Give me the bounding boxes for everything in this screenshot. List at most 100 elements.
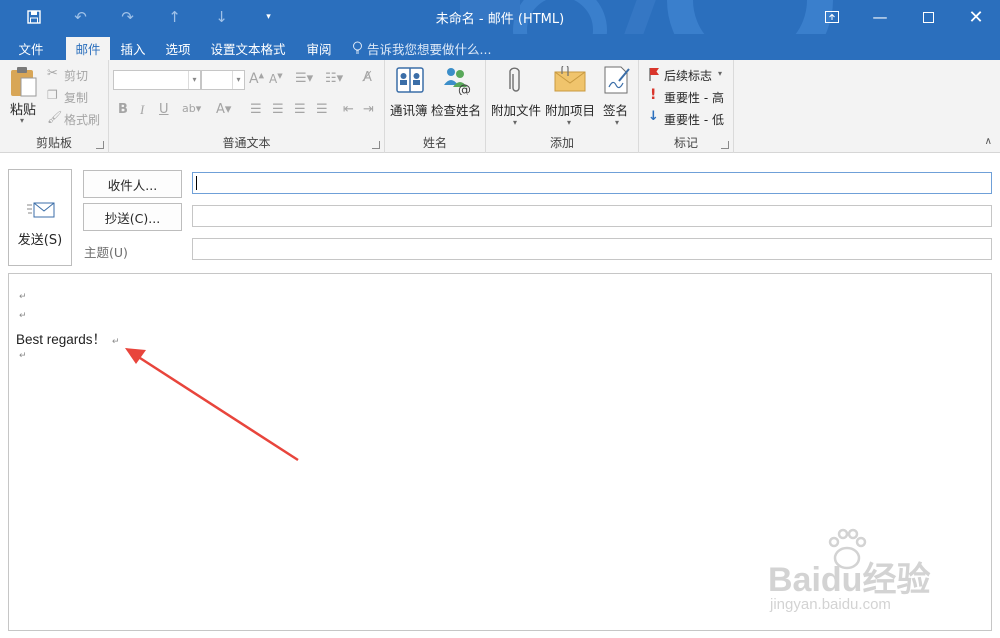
collapse-ribbon-icon[interactable]: ∧ bbox=[985, 136, 992, 147]
tags-launcher-icon[interactable] bbox=[721, 141, 729, 149]
clipboard-launcher-icon[interactable] bbox=[96, 141, 104, 149]
attach-item-dropdown-icon: ▾ bbox=[567, 118, 572, 127]
address-book-button[interactable]: 通讯簿 bbox=[388, 64, 432, 122]
cut-label: 剪切 bbox=[64, 69, 89, 83]
maximize-icon[interactable] bbox=[904, 0, 952, 34]
watermark-brand: Baidu经验 bbox=[768, 561, 931, 599]
address-book-label: 通讯簿 bbox=[390, 103, 428, 118]
cc-button[interactable]: 抄送(C)... bbox=[83, 203, 182, 231]
tab-insert[interactable]: 插入 bbox=[112, 37, 154, 60]
high-importance-button[interactable]: ! 重要性 - 高 bbox=[647, 87, 731, 107]
basic-text-group-label: 普通文本 bbox=[222, 136, 271, 150]
envelope-icon bbox=[554, 66, 586, 92]
body-text-line: Best regards！ ↵ bbox=[16, 328, 120, 348]
align-center-icon[interactable]: ☰ bbox=[272, 102, 284, 117]
signature-dropdown-icon: ▾ bbox=[615, 118, 620, 127]
names-group-label: 姓名 bbox=[422, 136, 447, 150]
font-size-dropdown[interactable]: ▾ bbox=[201, 70, 245, 90]
down-arrow-icon: ↓ bbox=[648, 109, 659, 124]
signoff-text: Best regards！ bbox=[16, 332, 107, 347]
include-group: 附加文件 ▾ 附加项目 ▾ 签名 ▾ 添加 bbox=[486, 60, 639, 153]
ribbon-tabs: 文件 邮件 插入 选项 设置文本格式 审阅 告诉我您想要做什么... bbox=[0, 34, 1000, 60]
format-painter-icon: 🖌 bbox=[47, 110, 63, 124]
attach-file-label: 附加文件 bbox=[491, 103, 542, 118]
cc-field[interactable] bbox=[192, 205, 992, 227]
tell-me-text: 告诉我您想要做什么... bbox=[367, 42, 492, 57]
subject-field[interactable] bbox=[192, 238, 992, 260]
to-field[interactable] bbox=[192, 172, 992, 194]
address-book-icon bbox=[396, 67, 424, 93]
tab-format-text[interactable]: 设置文本格式 bbox=[204, 37, 292, 60]
tags-group: 后续标志 ▾ ! 重要性 - 高 ↓ 重要性 - 低 标记 bbox=[639, 60, 734, 153]
align-left-icon[interactable]: ☰ bbox=[250, 102, 262, 117]
red-flag-icon bbox=[649, 68, 659, 81]
scissors-icon: ✂ bbox=[47, 66, 58, 81]
attach-item-label: 附加项目 bbox=[545, 103, 596, 118]
bullets-icon[interactable]: ☰▾ bbox=[295, 71, 313, 86]
names-group: 通讯簿 @ 检查姓名 姓名 bbox=[385, 60, 486, 153]
paragraph-mark-icon: ↵ bbox=[112, 336, 120, 346]
paste-dropdown-icon: ▾ bbox=[20, 116, 25, 125]
ribbon: 粘贴 ▾ ✂ 剪切 ❐ 复制 🖌 格式刷 剪贴板 ▾ ▾ A▲ A▼ ☰▾ ☷▾… bbox=[0, 60, 1000, 153]
close-icon[interactable]: ✕ bbox=[952, 0, 1000, 34]
exclamation-icon: ! bbox=[650, 87, 657, 103]
basic-text-group: ▾ ▾ A▲ A▼ ☰▾ ☷▾ A̸ B I U ab▾ A▾ ☰ ☰ ☰ ☰ … bbox=[109, 60, 385, 153]
clipboard-group: 粘贴 ▾ ✂ 剪切 ❐ 复制 🖌 格式刷 剪贴板 bbox=[0, 60, 109, 153]
check-names-button[interactable]: @ 检查姓名 bbox=[431, 64, 483, 122]
format-painter-label: 格式刷 bbox=[64, 113, 101, 127]
basic-text-launcher-icon[interactable] bbox=[372, 141, 380, 149]
font-name-dropdown[interactable]: ▾ bbox=[113, 70, 201, 90]
copy-label: 复制 bbox=[64, 91, 89, 105]
send-button[interactable]: 发送(S) bbox=[8, 169, 72, 266]
subject-label: 主题(U) bbox=[84, 245, 128, 260]
follow-up-dropdown-icon: ▾ bbox=[718, 69, 723, 78]
numbering-icon[interactable]: ☷▾ bbox=[325, 71, 343, 86]
low-importance-label: 重要性 - 低 bbox=[664, 113, 724, 127]
signature-icon bbox=[604, 66, 630, 94]
high-importance-label: 重要性 - 高 bbox=[664, 91, 724, 105]
baidu-watermark: Baidu经验 jingyan.baidu.com bbox=[768, 528, 968, 620]
underline-icon[interactable]: U bbox=[159, 102, 169, 117]
paragraph-mark-icon: ↵ bbox=[19, 292, 27, 302]
clipboard-group-label: 剪贴板 bbox=[35, 136, 72, 150]
low-importance-button[interactable]: ↓ 重要性 - 低 bbox=[647, 109, 731, 129]
attach-file-button[interactable]: 附加文件 ▾ bbox=[489, 64, 543, 130]
signature-button[interactable]: 签名 ▾ bbox=[599, 64, 637, 130]
paragraph-mark-icon: ↵ bbox=[19, 351, 27, 361]
attach-file-dropdown-icon: ▾ bbox=[513, 118, 518, 127]
font-color-icon[interactable]: A▾ bbox=[216, 102, 231, 117]
italic-icon[interactable]: I bbox=[140, 102, 144, 118]
lightbulb-icon bbox=[352, 41, 363, 57]
minimize-icon[interactable]: — bbox=[856, 0, 904, 34]
format-painter-button[interactable]: 🖌 格式刷 bbox=[46, 109, 106, 129]
decrease-indent-icon[interactable]: ⇤ bbox=[343, 102, 354, 117]
title-bar: ↶ ↷ ↑ ↓ ▾ 未命名 - 邮件 (HTML) — ✕ bbox=[0, 0, 1000, 34]
justify-icon[interactable]: ☰ bbox=[316, 102, 328, 117]
shrink-font-icon[interactable]: A▼ bbox=[269, 72, 283, 86]
tab-options[interactable]: 选项 bbox=[157, 37, 199, 60]
tab-message[interactable]: 邮件 bbox=[66, 37, 110, 60]
check-names-icon: @ bbox=[444, 68, 471, 95]
svg-text:@: @ bbox=[458, 83, 471, 95]
ribbon-display-options-icon[interactable] bbox=[808, 0, 856, 34]
align-right-icon[interactable]: ☰ bbox=[294, 102, 306, 117]
cut-button[interactable]: ✂ 剪切 bbox=[46, 65, 106, 85]
grow-font-icon[interactable]: A▲ bbox=[249, 71, 264, 87]
to-button[interactable]: 收件人... bbox=[83, 170, 182, 198]
highlight-icon[interactable]: ab▾ bbox=[182, 102, 201, 115]
attach-item-button[interactable]: 附加项目 ▾ bbox=[543, 64, 597, 130]
tab-file[interactable]: 文件 bbox=[8, 37, 54, 60]
paste-icon bbox=[11, 67, 37, 97]
tell-me-box[interactable]: 告诉我您想要做什么... bbox=[352, 37, 491, 60]
copy-icon: ❐ bbox=[47, 88, 58, 102]
bold-icon[interactable]: B bbox=[118, 102, 128, 117]
tab-review[interactable]: 审阅 bbox=[299, 37, 339, 60]
text-caret bbox=[196, 176, 197, 190]
paste-button[interactable]: 粘贴 ▾ bbox=[6, 64, 40, 132]
check-names-label: 检查姓名 bbox=[431, 103, 482, 118]
clear-formatting-icon[interactable]: A̸ bbox=[363, 70, 372, 85]
copy-button[interactable]: ❐ 复制 bbox=[46, 87, 106, 107]
follow-up-button[interactable]: 后续标志 ▾ bbox=[647, 65, 731, 85]
tags-group-label: 标记 bbox=[673, 136, 698, 150]
increase-indent-icon[interactable]: ⇥ bbox=[363, 102, 374, 117]
